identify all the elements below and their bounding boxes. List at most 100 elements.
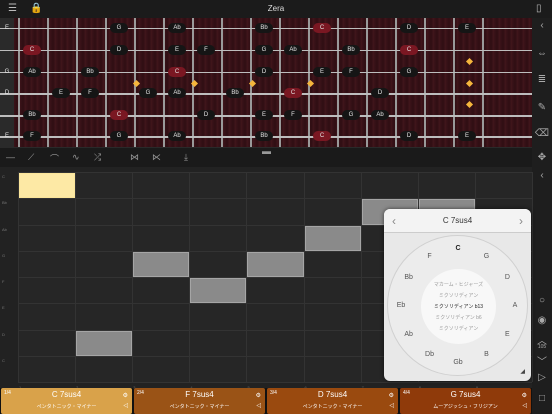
chord-selector-popup[interactable]: ‹ C 7sus4 › マカーム・ヒジャーズ ミクソリディアン ミクソリディアン b… bbox=[384, 209, 531, 381]
root-note-marker[interactable]: C bbox=[23, 45, 41, 55]
chord-block[interactable] bbox=[76, 330, 133, 356]
note-marker[interactable]: Ab bbox=[284, 45, 302, 55]
key-wheel-key[interactable]: A bbox=[508, 301, 522, 311]
note-marker[interactable]: Ab bbox=[168, 23, 186, 33]
chord-settings-icon[interactable]: ⚙ bbox=[256, 392, 261, 399]
chord-settings-icon[interactable]: ⚙ bbox=[389, 392, 394, 399]
shuffle-icon[interactable]: ⤮ bbox=[94, 152, 101, 163]
chord-settings-icon[interactable]: ⚙ bbox=[123, 392, 128, 399]
mode-option[interactable]: ミクソリディアン bbox=[421, 325, 496, 332]
note-marker[interactable]: F bbox=[81, 88, 99, 98]
key-wheel-key[interactable]: B bbox=[480, 350, 494, 360]
key-wheel-key[interactable]: Db bbox=[423, 350, 437, 360]
note-marker[interactable]: Bb bbox=[81, 67, 99, 77]
mode-option[interactable]: ミクソリディアン b6 bbox=[421, 314, 496, 321]
note-marker[interactable]: E bbox=[458, 23, 476, 33]
note-marker[interactable]: G bbox=[342, 110, 360, 120]
next-chord-button[interactable]: › bbox=[519, 214, 523, 228]
root-note-marker[interactable]: C bbox=[400, 45, 418, 55]
root-note-marker[interactable]: C bbox=[284, 88, 302, 98]
note-marker[interactable]: Bb bbox=[226, 88, 244, 98]
key-wheel-key[interactable]: C bbox=[451, 244, 465, 254]
mode-list[interactable]: マカーム・ヒジャーズ ミクソリディアン ミクソリディアン b13 ミクソリディアン b… bbox=[421, 269, 496, 344]
note-marker[interactable]: G bbox=[255, 45, 273, 55]
trash-icon[interactable]: ⌫ bbox=[532, 128, 552, 139]
chord-card[interactable]: 4/4 G 7sus4 ムーアジッシュ・フリジアン ⚙ ◁ bbox=[400, 388, 531, 414]
left-right-arrows-icon[interactable]: ⇔ bbox=[532, 48, 552, 59]
note-marker[interactable]: Bb bbox=[23, 110, 41, 120]
chord-block[interactable] bbox=[247, 251, 304, 277]
note-marker[interactable]: E bbox=[255, 110, 273, 120]
root-note-marker[interactable]: C bbox=[168, 67, 186, 77]
root-note-marker[interactable]: C bbox=[313, 131, 331, 141]
note-marker[interactable]: E bbox=[313, 67, 331, 77]
note-marker[interactable]: D bbox=[400, 23, 418, 33]
layers-icon[interactable]: ≣ bbox=[532, 74, 552, 85]
play-icon[interactable]: ▷ bbox=[532, 372, 552, 383]
chord-play-icon[interactable]: ◁ bbox=[123, 402, 128, 409]
root-note-marker[interactable]: C bbox=[313, 23, 331, 33]
note-marker[interactable]: G bbox=[110, 131, 128, 141]
chord-card[interactable]: 1/4 C 7sus4 ペンタトニック・マイナー ⚙ ◁ bbox=[1, 388, 132, 414]
note-marker[interactable]: F bbox=[197, 45, 215, 55]
chord-play-icon[interactable]: ◁ bbox=[389, 402, 394, 409]
note-marker[interactable]: Bb bbox=[255, 131, 273, 141]
import-icon[interactable]: ⤓ bbox=[184, 152, 188, 163]
note-marker[interactable]: Ab bbox=[168, 88, 186, 98]
note-marker[interactable]: E bbox=[458, 131, 476, 141]
key-wheel-key[interactable]: D bbox=[500, 273, 514, 283]
split-icon[interactable]: ⋈ bbox=[130, 152, 139, 163]
chord-block-active[interactable] bbox=[19, 173, 76, 199]
note-marker[interactable]: F bbox=[23, 131, 41, 141]
mode-option[interactable]: ミクソリディアン b13 bbox=[421, 303, 496, 310]
chord-settings-icon[interactable]: ⚙ bbox=[522, 392, 527, 399]
key-wheel-key[interactable]: F bbox=[423, 252, 437, 262]
root-note-marker[interactable]: C bbox=[110, 110, 128, 120]
note-marker[interactable]: Bb bbox=[342, 45, 360, 55]
mode-option[interactable]: マカーム・ヒジャーズ bbox=[421, 281, 496, 288]
stop-icon[interactable]: □ bbox=[532, 393, 552, 404]
key-wheel-key[interactable]: Ab bbox=[402, 330, 416, 340]
merge-icon[interactable]: ⋉ bbox=[152, 152, 161, 163]
drag-handle-icon[interactable]: ▬ bbox=[262, 146, 271, 156]
note-marker[interactable]: F bbox=[284, 110, 302, 120]
note-marker[interactable]: Bb bbox=[255, 23, 273, 33]
diagonal-tool-icon[interactable]: ⟋ bbox=[28, 152, 34, 163]
chord-block[interactable] bbox=[190, 278, 247, 304]
key-wheel-key[interactable]: Eb bbox=[394, 301, 408, 311]
mode-option[interactable]: ミクソリディアン bbox=[421, 292, 496, 299]
note-marker[interactable]: E bbox=[168, 45, 186, 55]
chord-play-icon[interactable]: ◁ bbox=[522, 402, 527, 409]
key-wheel-key[interactable]: G bbox=[480, 252, 494, 262]
note-marker[interactable]: D bbox=[255, 67, 273, 77]
resize-corner-icon[interactable]: ◢ bbox=[520, 368, 525, 375]
chord-block[interactable] bbox=[304, 225, 361, 251]
note-marker[interactable]: Ab bbox=[371, 110, 389, 120]
key-wheel-key[interactable]: Gb bbox=[451, 358, 465, 368]
fretboard[interactable]: E G Ab Bb C D E C D E F G Ab Bb C G Ab Bb C D E F G D E F G Ab Bb C D B… bbox=[0, 18, 532, 147]
note-marker[interactable]: G bbox=[139, 88, 157, 98]
key-wheel[interactable]: マカーム・ヒジャーズ ミクソリディアン ミクソリディアン b13 ミクソリディアン b… bbox=[387, 235, 528, 376]
move-icon[interactable]: ✥ bbox=[532, 152, 552, 163]
line-tool-icon[interactable]: — bbox=[6, 152, 15, 162]
collapse-left-icon[interactable]: ‹ bbox=[532, 20, 552, 31]
wave-tool-icon[interactable]: ∿ bbox=[72, 152, 80, 163]
note-marker[interactable]: D bbox=[371, 88, 389, 98]
chord-card[interactable]: 2/4 F 7sus4 ペンタトニック・マイナー ⚙ ◁ bbox=[134, 388, 265, 414]
note-marker[interactable]: E bbox=[52, 88, 70, 98]
collapse-left-icon-2[interactable]: ‹ bbox=[532, 170, 552, 181]
play-circle-icon[interactable]: ○ bbox=[532, 295, 552, 306]
pencil-icon[interactable]: ✎ bbox=[532, 102, 552, 113]
note-marker[interactable]: F bbox=[342, 67, 360, 77]
chord-block[interactable] bbox=[133, 251, 190, 277]
key-wheel-key[interactable]: Bb bbox=[402, 273, 416, 283]
chord-card[interactable]: 3/4 D 7sus4 ペンタトニック・マイナー ⚙ ◁ bbox=[267, 388, 398, 414]
note-marker[interactable]: D bbox=[197, 110, 215, 120]
note-marker[interactable]: G bbox=[110, 23, 128, 33]
note-marker[interactable]: Ab bbox=[23, 67, 41, 77]
note-marker[interactable]: D bbox=[400, 131, 418, 141]
key-wheel-key[interactable]: E bbox=[500, 330, 514, 340]
zoom-down-icon[interactable]: ﹀ bbox=[532, 353, 552, 368]
curve-tool-icon[interactable]: ⌒ bbox=[50, 152, 59, 165]
note-marker[interactable]: Ab bbox=[168, 131, 186, 141]
